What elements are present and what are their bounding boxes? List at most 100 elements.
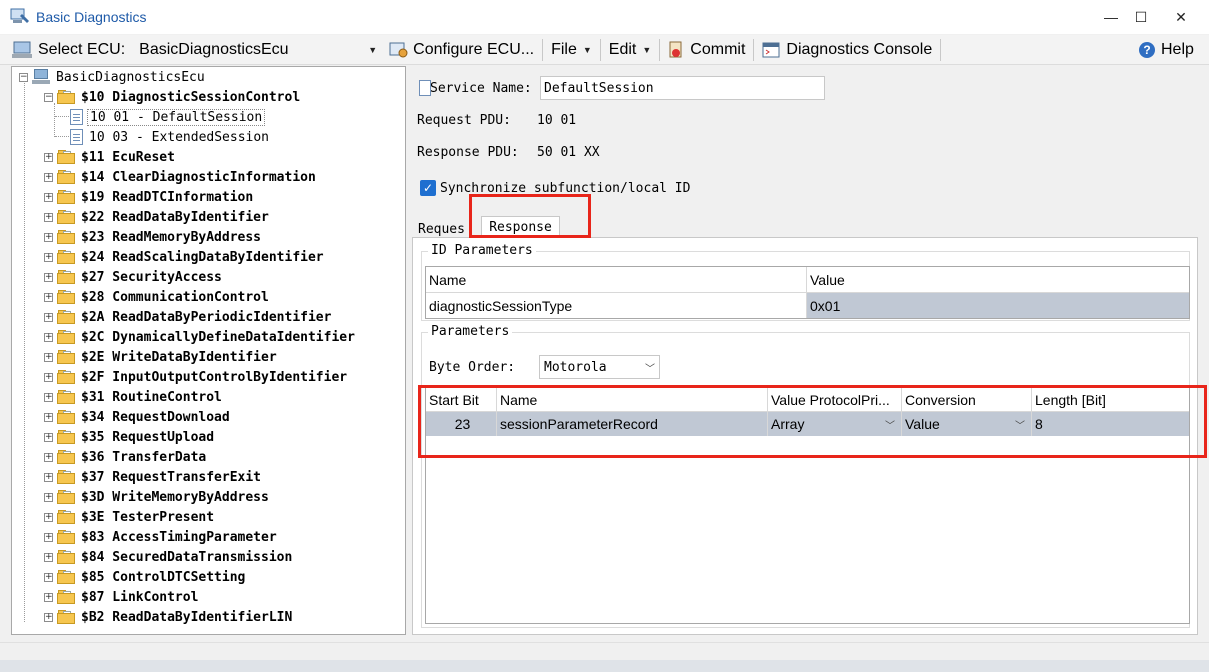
expand-icon[interactable]: + <box>44 292 53 302</box>
expand-icon[interactable]: + <box>44 252 53 262</box>
tree-item-service[interactable]: + $2E WriteDataByIdentifier <box>44 347 277 367</box>
byte-order-select[interactable]: Motorola ﹀ <box>539 355 660 379</box>
expand-icon[interactable]: + <box>44 192 53 202</box>
table-row[interactable]: diagnosticSessionType 0x01 <box>426 293 1189 318</box>
chevron-down-icon: ▼ <box>642 44 652 55</box>
tree-item-service[interactable]: + $84 SecuredDataTransmission <box>44 547 292 567</box>
tree-item-service[interactable]: + $14 ClearDiagnosticInformation <box>44 167 316 187</box>
expand-icon[interactable]: + <box>44 532 53 542</box>
tree-item-label: $36 TransferData <box>81 449 207 465</box>
expand-icon[interactable]: + <box>44 452 53 462</box>
tree-item-service[interactable]: + $22 ReadDataByIdentifier <box>44 207 269 227</box>
expand-icon[interactable]: + <box>44 212 53 222</box>
maximize-button[interactable]: ☐ <box>1123 0 1159 34</box>
sync-checkbox[interactable]: ✓ <box>420 180 436 196</box>
edit-menu[interactable]: Edit ▼ <box>605 36 656 64</box>
minimize-icon: — <box>1104 9 1118 25</box>
tree-root-label: BasicDiagnosticsEcu <box>56 69 205 85</box>
expand-icon[interactable]: + <box>44 372 53 382</box>
tree-item-service[interactable]: + $85 ControlDTCSetting <box>44 567 245 587</box>
tree-item-label: $11 EcuReset <box>81 149 175 165</box>
ecu-select[interactable]: BasicDiagnosticsEcu ▼ <box>135 38 381 62</box>
expand-icon[interactable]: + <box>44 412 53 422</box>
tree-item-service[interactable]: + $2F InputOutputControlByIdentifier <box>44 367 347 387</box>
expand-icon[interactable]: + <box>44 612 53 622</box>
tree-item-service[interactable]: + $3E TesterPresent <box>44 507 214 527</box>
tree-subitem-label: 10 03 - ExtendedSession <box>89 129 270 145</box>
toolbar-separator <box>659 38 661 61</box>
cell-value[interactable]: 0x01 <box>807 293 1189 318</box>
tree-item-label: $22 ReadDataByIdentifier <box>81 209 269 225</box>
column-header-value[interactable]: Value <box>807 267 1189 293</box>
tree-item-service[interactable]: + $B2 ReadDataByIdentifierLIN <box>44 607 292 627</box>
tree-item-service[interactable]: + $87 LinkControl <box>44 587 198 607</box>
tree-item-service[interactable]: + $28 CommunicationControl <box>44 287 269 307</box>
collapse-icon[interactable]: − <box>19 72 28 82</box>
tree-subitem-default-session[interactable]: 10 01 - DefaultSession <box>70 107 266 127</box>
expand-icon[interactable]: + <box>44 512 53 522</box>
tab-request[interactable]: Reques <box>414 220 469 238</box>
expand-icon[interactable]: + <box>44 332 53 342</box>
expand-icon[interactable]: + <box>44 432 53 442</box>
tree-item-service[interactable]: + $3D WriteMemoryByAddress <box>44 487 269 507</box>
cell-name[interactable]: diagnosticSessionType <box>426 293 807 318</box>
service-name-input[interactable]: DefaultSession <box>540 76 825 100</box>
toolbar: Select ECU: BasicDiagnosticsEcu ▼ Config… <box>0 35 1209 65</box>
diagnostics-console-button[interactable]: Diagnostics Console <box>758 36 936 64</box>
toolbar-separator <box>940 38 942 61</box>
folder-icon <box>57 90 75 104</box>
tree-item-service[interactable]: + $37 RequestTransferExit <box>44 467 261 487</box>
expand-icon[interactable]: + <box>44 492 53 502</box>
column-header-name[interactable]: Name <box>426 267 807 293</box>
tree-item-service[interactable]: + $23 ReadMemoryByAddress <box>44 227 261 247</box>
tree-item-service[interactable]: + $11 EcuReset <box>44 147 175 167</box>
expand-icon[interactable]: + <box>44 232 53 242</box>
tree-item-service[interactable]: + $36 TransferData <box>44 447 206 467</box>
tree-item-label: $3E TesterPresent <box>81 509 215 525</box>
expand-icon[interactable]: + <box>44 552 53 562</box>
tree-item-service[interactable]: + $2C DynamicallyDefineDataIdentifier <box>44 327 355 347</box>
expand-icon[interactable]: + <box>44 152 53 162</box>
tree-item-label: $2C DynamicallyDefineDataIdentifier <box>81 329 355 345</box>
tree-item-label: $2A ReadDataByPeriodicIdentifier <box>81 309 332 325</box>
file-menu[interactable]: File ▼ <box>547 36 596 64</box>
expand-icon[interactable]: + <box>44 592 53 602</box>
expand-icon[interactable]: + <box>44 172 53 182</box>
help-label: Help <box>1161 40 1194 58</box>
expand-icon[interactable]: + <box>44 312 53 322</box>
expand-icon[interactable]: + <box>44 352 53 362</box>
folder-icon <box>57 370 75 384</box>
tree-item-label: $3D WriteMemoryByAddress <box>81 489 269 505</box>
tree-item-label: $87 LinkControl <box>81 589 199 605</box>
tree-root[interactable]: − BasicDiagnosticsEcu <box>19 67 205 87</box>
tree-guide-line <box>54 103 55 137</box>
close-icon: ✕ <box>1175 8 1187 25</box>
tree-item-service[interactable]: + $83 AccessTimingParameter <box>44 527 277 547</box>
tree-item-service[interactable]: + $24 ReadScalingDataByIdentifier <box>44 247 324 267</box>
tree-item-service[interactable]: + $31 RoutineControl <box>44 387 222 407</box>
expand-icon[interactable]: + <box>44 272 53 282</box>
expand-icon[interactable]: + <box>44 472 53 482</box>
tree-item-service[interactable]: + $35 RequestUpload <box>44 427 214 447</box>
collapse-icon[interactable]: − <box>44 92 53 102</box>
tree-item-label: $31 RoutineControl <box>81 389 222 405</box>
folder-icon <box>57 190 75 204</box>
help-button[interactable]: ? Help <box>1134 36 1198 64</box>
tree-item-service[interactable]: + $34 RequestDownload <box>44 407 230 427</box>
folder-icon <box>57 490 75 504</box>
tree-item-service[interactable]: + $2A ReadDataByPeriodicIdentifier <box>44 307 331 327</box>
tree-item-service[interactable]: + $19 ReadDTCInformation <box>44 187 253 207</box>
tree-subitem-label: 10 01 - DefaultSession <box>87 108 266 126</box>
expand-icon[interactable]: + <box>44 392 53 402</box>
tree-guide-line <box>24 83 25 622</box>
commit-button[interactable]: Commit <box>664 36 749 64</box>
tree-item-10[interactable]: − $10 DiagnosticSessionControl <box>44 87 300 107</box>
tree-subitem-extended-session[interactable]: 10 03 - ExtendedSession <box>70 127 271 147</box>
expand-icon[interactable]: + <box>44 572 53 582</box>
computer-icon <box>12 41 32 58</box>
configure-ecu-button[interactable]: Configure ECU... <box>385 36 538 64</box>
tree-item-service[interactable]: + $27 SecurityAccess <box>44 267 222 287</box>
folder-icon <box>57 510 75 524</box>
close-button[interactable]: ✕ <box>1163 0 1199 34</box>
folder-icon <box>57 230 75 244</box>
